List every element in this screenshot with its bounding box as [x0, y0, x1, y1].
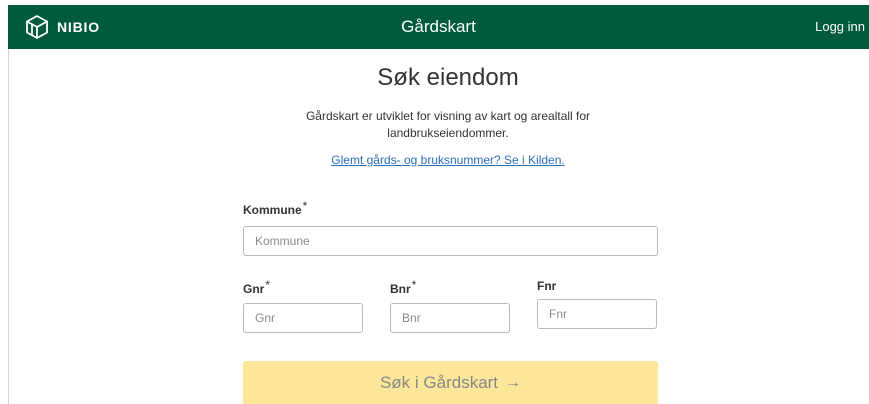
required-mark: *	[411, 278, 417, 292]
login-link[interactable]: Logg inn	[815, 5, 865, 49]
gnr-label-text: Gnr	[243, 282, 265, 296]
fnr-input[interactable]	[537, 299, 657, 329]
required-mark: *	[302, 199, 308, 213]
bnr-input[interactable]	[390, 303, 510, 333]
gnr-input[interactable]	[243, 303, 363, 333]
search-submit-button[interactable]: Søk i Gårdskart →	[243, 361, 658, 404]
brand-name: NIBIO	[57, 19, 100, 35]
page-title: Søk eiendom	[377, 64, 519, 91]
bnr-label-text: Bnr	[390, 282, 411, 296]
required-mark: *	[265, 278, 271, 292]
fnr-label: Fnr	[537, 279, 556, 293]
nibio-cube-logo-icon	[24, 14, 50, 40]
app-title: Gårdskart	[401, 17, 476, 36]
fnr-label-text: Fnr	[537, 279, 557, 293]
kommune-label-text: Kommune	[243, 203, 302, 217]
nibio-logo[interactable]: NIBIO	[24, 14, 100, 40]
bnr-label: Bnr*	[390, 278, 416, 296]
top-header: NIBIO Gårdskart Logg inn	[8, 5, 869, 49]
kommune-input[interactable]	[243, 226, 658, 256]
arrow-right-icon: →	[505, 373, 522, 391]
kommune-label: Kommune*	[243, 199, 307, 217]
content-border	[8, 49, 9, 404]
intro-text: Gårdskart er utviklet for visning av kar…	[305, 109, 591, 140]
search-button-label: Søk i Gårdskart	[379, 372, 499, 392]
gnr-label: Gnr*	[243, 278, 270, 296]
kilden-link[interactable]: Glemt gårds- og bruksnummer? Se i Kilden…	[0, 153, 869, 167]
